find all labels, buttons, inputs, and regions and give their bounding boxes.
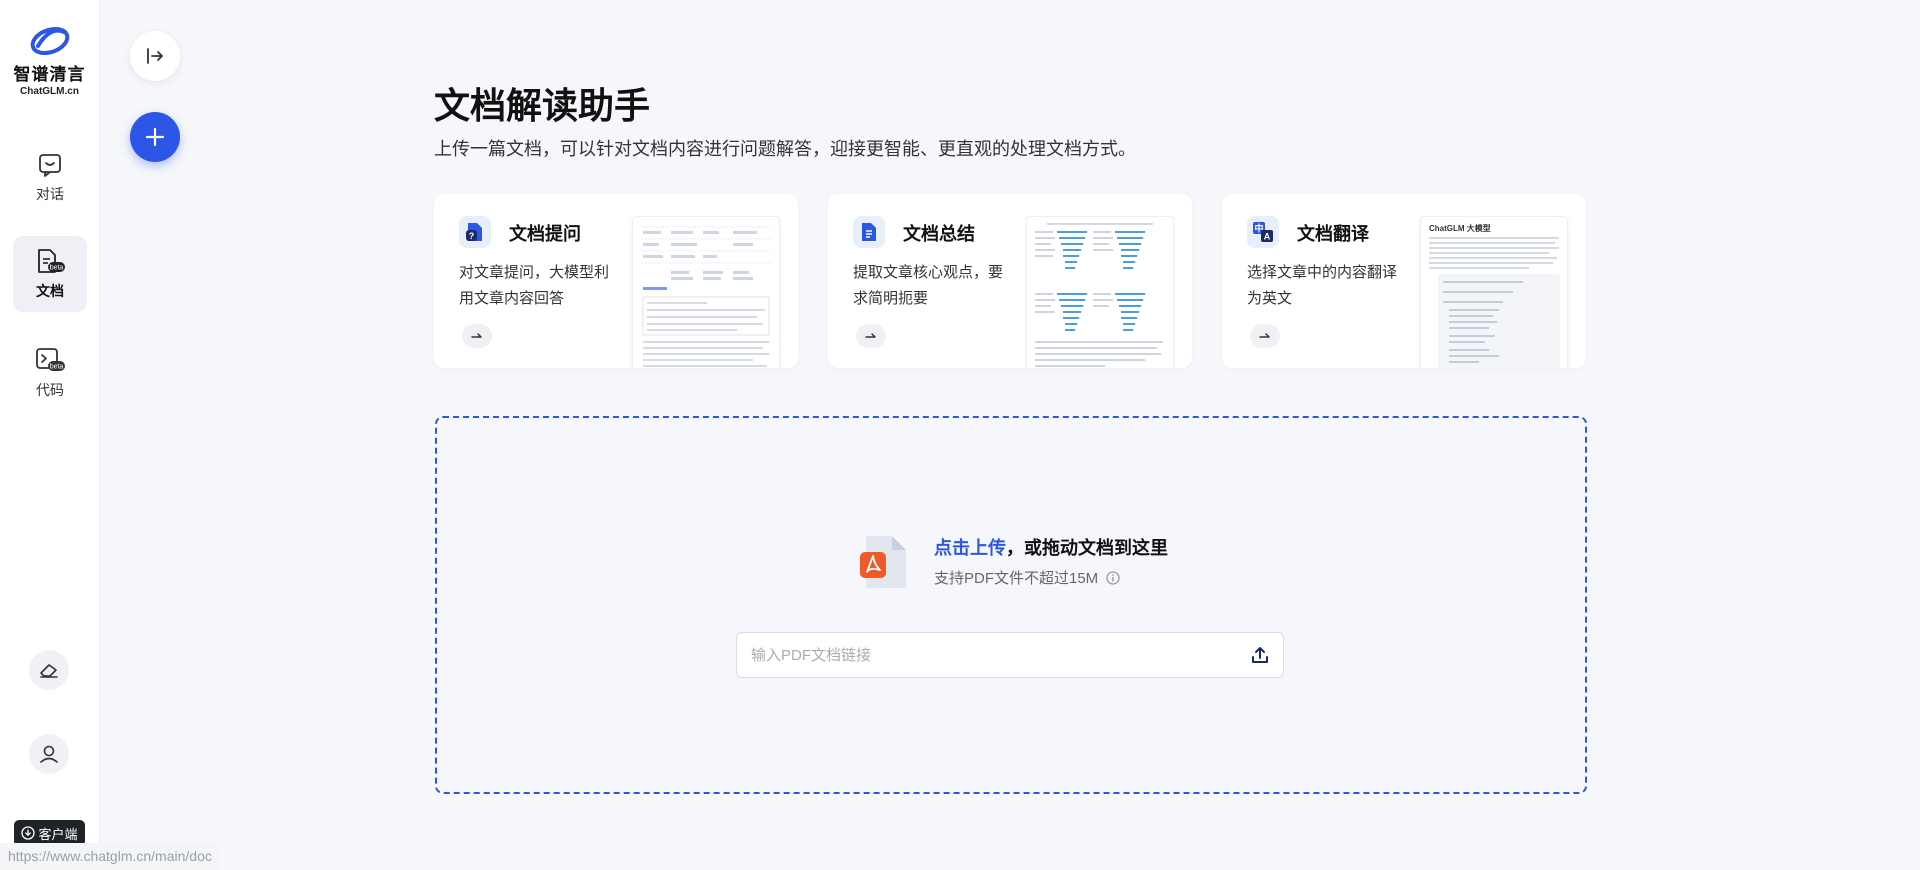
submit-url-button[interactable] xyxy=(1245,640,1275,670)
svg-text:A: A xyxy=(1264,232,1271,242)
doc-summary-icon xyxy=(853,216,885,248)
card-doc-summary[interactable]: 文档总结 提取文章核心观点，要求简明扼要 xyxy=(828,194,1192,368)
eraser-button[interactable] xyxy=(29,650,69,690)
card-preview-thumbnail xyxy=(632,216,780,368)
card-desc: 选择文章中的内容翻译为英文 xyxy=(1247,264,1398,307)
card-arrow-button[interactable] xyxy=(462,324,492,348)
arrow-right-icon xyxy=(1259,333,1270,338)
nav-item-document[interactable]: beta 文档 xyxy=(13,236,87,312)
brand-domain: ChatGLM.cn xyxy=(20,86,79,97)
arrow-right-icon xyxy=(471,333,482,338)
new-document-button[interactable] xyxy=(130,112,180,162)
status-bar-url: https://www.chatglm.cn/main/doc xyxy=(0,843,220,870)
file-limit-text: 支持PDF文件不超过15M xyxy=(934,570,1099,587)
page-title: 文档解读助手 xyxy=(434,85,651,126)
thumb-title: ChatGLM 大模型 xyxy=(1429,223,1491,233)
brand-logo-icon xyxy=(30,26,69,56)
upload-dropzone[interactable] xyxy=(435,416,1587,794)
svg-text:?: ? xyxy=(469,231,475,241)
client-label: 客户端 xyxy=(38,826,78,842)
pdf-file-icon xyxy=(858,534,910,595)
upload-instruction: 点击上传，或拖动文档到这里 xyxy=(934,534,1168,560)
logo[interactable]: 智谱清言 ChatGLM.cn xyxy=(0,20,99,97)
card-preview-thumbnail xyxy=(1026,216,1174,368)
nav-label-document: 文档 xyxy=(36,283,64,299)
pdf-url-input[interactable] xyxy=(749,633,1233,677)
upload-icon xyxy=(1252,647,1268,663)
pdf-url-field xyxy=(736,632,1284,678)
eraser-icon xyxy=(40,664,58,678)
brand-name: 智谱清言 xyxy=(13,65,86,84)
expand-icon xyxy=(147,48,163,64)
plus-icon xyxy=(145,127,165,147)
card-doc-translate[interactable]: 中 A 文档翻译 选择文章中的内容翻译为英文 ChatGLM 大模型 xyxy=(1222,194,1586,368)
user-icon xyxy=(40,745,58,763)
page-subtitle: 上传一篇文档，可以针对文档内容进行问题解答，迎接更智能、更直观的处理文档方式。 xyxy=(434,139,1136,159)
card-preview-thumbnail: ChatGLM 大模型 xyxy=(1420,216,1568,368)
card-doc-question[interactable]: ? 文档提问 对文章提问，大模型利用文章内容回答 xyxy=(434,194,798,368)
beta-badge: beta xyxy=(50,265,64,272)
card-desc: 提取文章核心观点，要求简明扼要 xyxy=(853,264,1004,307)
beta-badge: beta xyxy=(50,364,64,371)
nav-label-chat: 对话 xyxy=(36,186,64,202)
user-button[interactable] xyxy=(29,734,69,774)
code-icon: beta xyxy=(36,348,65,371)
upload-hint: 支持PDF文件不超过15M xyxy=(934,567,1120,588)
doc-translate-icon: 中 A xyxy=(1247,216,1279,248)
card-arrow-button[interactable] xyxy=(856,324,886,348)
arrow-right-icon xyxy=(865,333,876,338)
document-icon: beta xyxy=(38,249,65,273)
nav-item-chat[interactable]: 对话 xyxy=(13,140,87,216)
nav-item-code[interactable]: beta 代码 xyxy=(13,335,87,411)
info-icon[interactable] xyxy=(1106,570,1120,585)
chat-icon xyxy=(39,154,61,177)
card-desc: 对文章提问，大模型利用文章内容回答 xyxy=(459,264,610,307)
card-arrow-button[interactable] xyxy=(1250,324,1280,348)
card-title: 文档提问 xyxy=(509,224,581,244)
card-title: 文档翻译 xyxy=(1297,224,1369,244)
doc-question-icon: ? xyxy=(459,216,491,248)
sidebar: 智谱清言 ChatGLM.cn 对话 beta 文档 beta 代码 客户端 xyxy=(0,0,100,870)
click-upload-link[interactable]: 点击上传 xyxy=(934,538,1006,558)
nav-label-code: 代码 xyxy=(36,382,64,398)
card-title: 文档总结 xyxy=(903,224,975,244)
expand-sidebar-button[interactable] xyxy=(130,31,180,81)
download-icon xyxy=(21,826,36,840)
drag-hint: ，或拖动文档到这里 xyxy=(1006,538,1168,558)
